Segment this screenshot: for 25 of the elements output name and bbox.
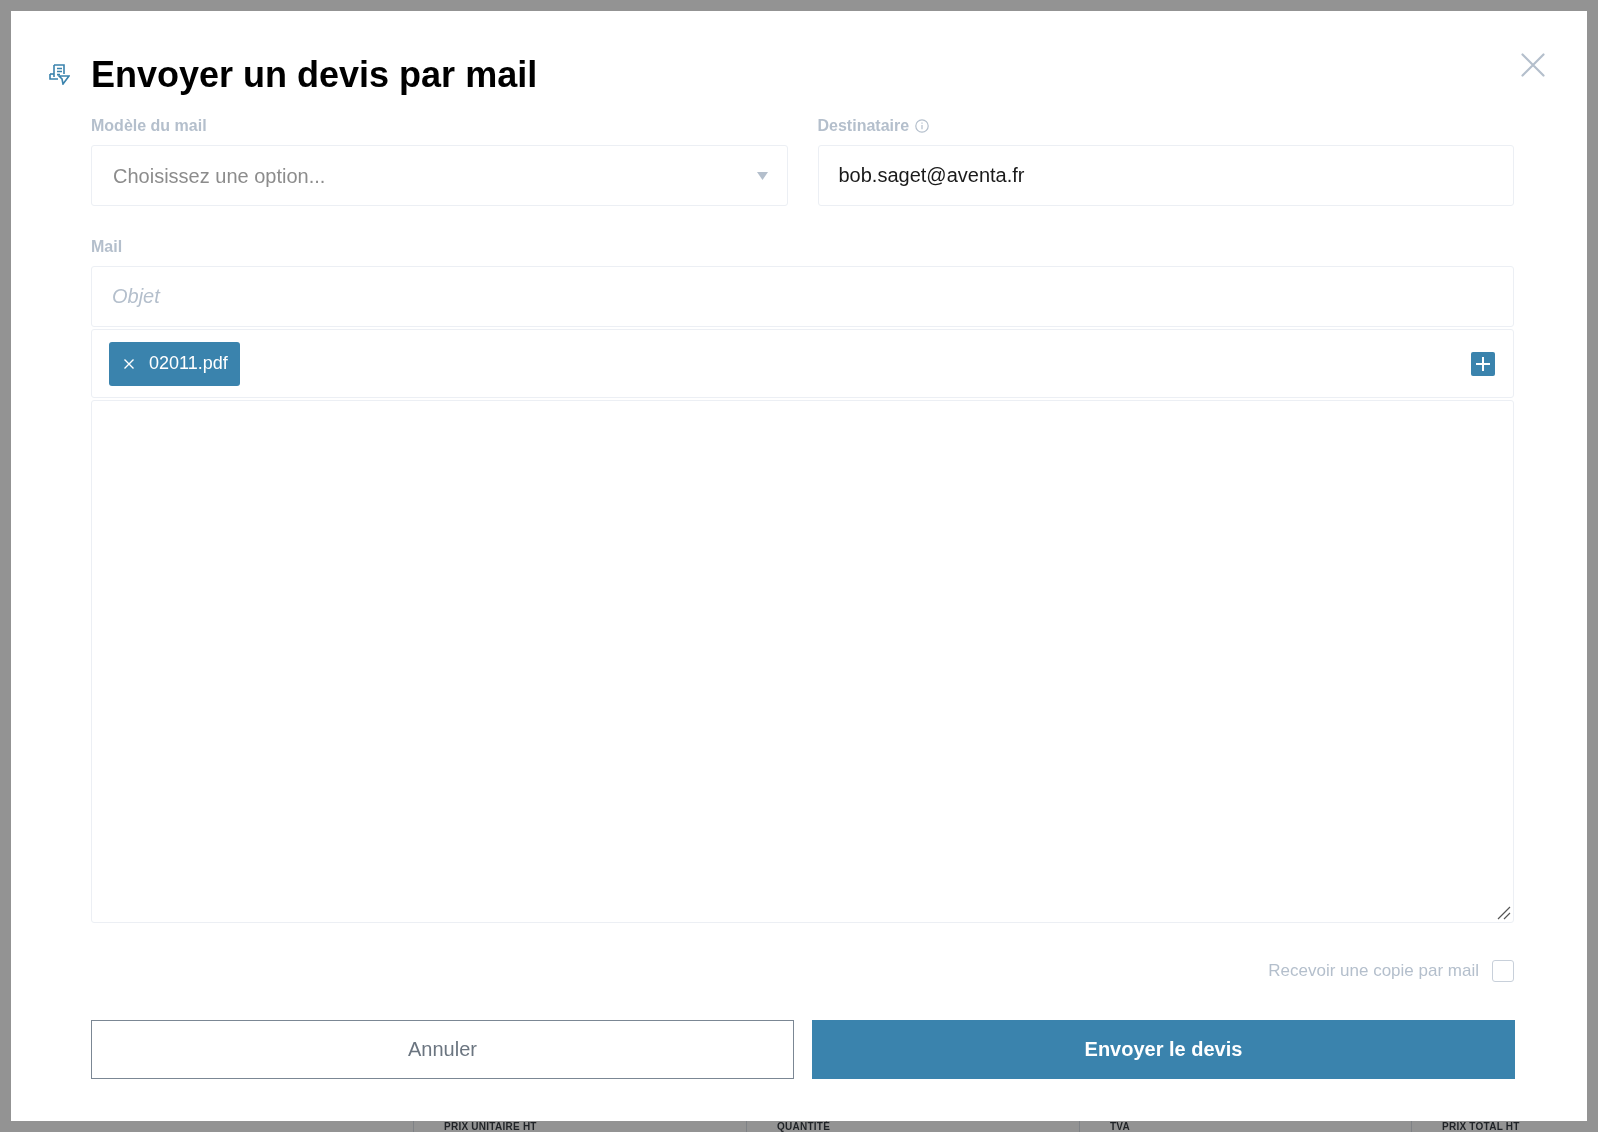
caret-icon: [756, 171, 768, 180]
table-column-header: PRIX TOTAL HT: [1442, 1121, 1520, 1132]
field-label: Mail: [91, 237, 123, 257]
table-column-header: PRIX UNITAIRE HT: [444, 1121, 537, 1132]
cancel-button[interactable]: Annuler: [91, 1019, 794, 1079]
dialog-title: Envoyer un devis par mail: [91, 53, 538, 97]
table-column-header: QUANTITÉ: [777, 1121, 831, 1132]
table-column-header: TVA: [1110, 1121, 1130, 1132]
close-icon: [1521, 53, 1545, 77]
info-icon: [915, 119, 930, 133]
field-label: Modèle du mail: [91, 116, 207, 136]
field-label: Destinataire: [817, 116, 910, 136]
add-attachment-button[interactable]: [1471, 351, 1495, 376]
copy-checkbox[interactable]: [1492, 959, 1514, 982]
copy-option-label: Recevoir une copie par mail: [1268, 960, 1479, 982]
send-quote-button[interactable]: Envoyer le devis: [812, 1019, 1515, 1079]
plus-icon: [1476, 356, 1490, 371]
close-icon[interactable]: [124, 358, 134, 369]
template-select[interactable]: Choisissez une option...: [91, 145, 788, 206]
subject-field[interactable]: Objet: [91, 266, 1514, 327]
resize-handle-icon[interactable]: [1497, 906, 1511, 920]
recipient-field[interactable]: bob.saget@aventa.fr: [817, 145, 1514, 206]
document-send-icon: [49, 64, 70, 85]
message-body-field[interactable]: [91, 400, 1514, 923]
attachment-name: 02011.pdf: [149, 352, 228, 375]
